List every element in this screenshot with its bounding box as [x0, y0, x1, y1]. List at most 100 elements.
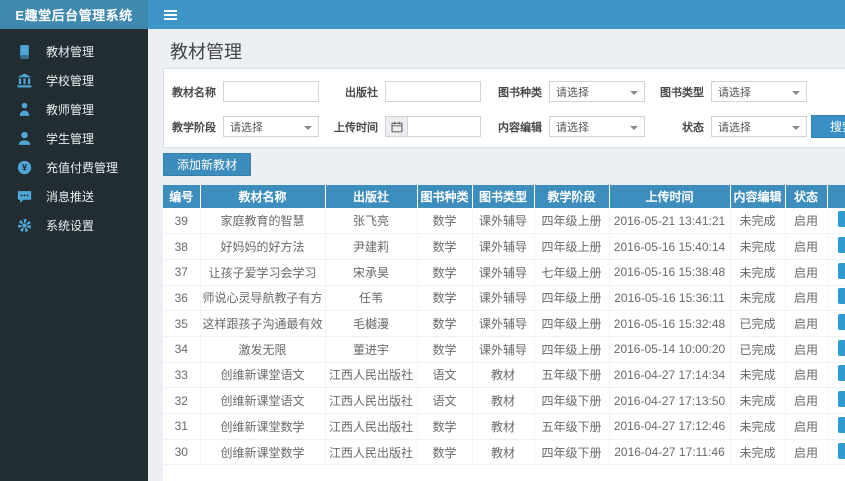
- cell-图书类型: 课外辅导: [472, 259, 535, 286]
- cell-图书类型: 课外辅导: [472, 233, 535, 260]
- teacher-icon: [17, 102, 32, 117]
- cell-图书类型: 课外辅导: [472, 310, 535, 337]
- table-row: 38 好妈妈的好方法 尹建莉 数学 课外辅导 四年级上册 2016-05-16 15:40:…: [163, 233, 845, 260]
- cell-教学阶段: 四年级上册: [534, 336, 610, 363]
- status-select[interactable]: 请选择: [711, 116, 807, 137]
- book-icon: [17, 44, 32, 59]
- cell-教学阶段: 五年级下册: [534, 413, 610, 440]
- top-navbar: [148, 0, 845, 29]
- cell-教学阶段: 四年级下册: [534, 439, 610, 466]
- cell-编号: 37: [163, 259, 201, 286]
- cell-图书种类: 数学: [417, 233, 473, 260]
- topbar: E趣堂后台管理系统: [0, 0, 845, 29]
- name-input[interactable]: [223, 81, 319, 102]
- cell-图书类型: 教材: [472, 362, 535, 389]
- row-action-button[interactable]: [837, 391, 845, 408]
- teaching-stage-select-value: 请选择: [230, 121, 263, 134]
- table-row: 36 师说心灵导航教子有方 任苇 数学 课外辅导 四年级上册 2016-05-16 15:3…: [163, 285, 845, 312]
- column-header-图书类型: 图书类型: [471, 185, 534, 208]
- search-button[interactable]: 搜索: [811, 115, 845, 138]
- row-action-button[interactable]: [837, 237, 845, 254]
- sidebar-toggle-icon[interactable]: [160, 5, 186, 25]
- sidebar-item-学生管理[interactable]: 学生管理: [0, 124, 148, 153]
- table-row: 37 让孩子爱学习会学习 宋承昊 数学 课外辅导 七年级上册 2016-05-16 15:3…: [163, 259, 845, 286]
- sidebar-item-学校管理[interactable]: 学校管理: [0, 66, 148, 95]
- cell-编号: 36: [163, 285, 201, 312]
- row-action-button[interactable]: [837, 262, 845, 279]
- content-edit-select[interactable]: 请选择: [549, 116, 645, 137]
- cell-编号: 32: [163, 387, 201, 414]
- cell-图书种类: 数学: [417, 310, 473, 337]
- row-action-button[interactable]: [837, 416, 845, 433]
- name-label: 教材名称: [172, 86, 216, 99]
- cell-编号: 38: [163, 233, 201, 260]
- sidebar-item-消息推送[interactable]: 消息推送: [0, 182, 148, 211]
- publisher-label: 出版社: [345, 86, 378, 99]
- row-action-button[interactable]: [837, 314, 845, 331]
- sidebar-item-教材管理[interactable]: 教材管理: [0, 37, 148, 66]
- settings-icon: [17, 218, 32, 233]
- column-header-actions: [826, 185, 845, 208]
- sidebar-item-教师管理[interactable]: 教师管理: [0, 95, 148, 124]
- cell-图书类型: 教材: [472, 387, 535, 414]
- sidebar-item-label: 学生管理: [46, 132, 95, 146]
- cell-上传时间: 2016-05-16 15:36:11: [609, 285, 731, 312]
- cell-actions: [827, 208, 845, 235]
- cell-图书类型: 教材: [472, 439, 535, 466]
- cell-教学阶段: 四年级下册: [534, 387, 610, 414]
- cell-上传时间: 2016-04-27 17:14:34: [609, 362, 731, 389]
- payment-icon: ¥: [17, 160, 32, 175]
- row-action-button[interactable]: [837, 288, 845, 305]
- sidebar-item-充值付费管理[interactable]: ¥ 充值付费管理: [0, 153, 148, 182]
- sidebar-item-系统设置[interactable]: 系统设置: [0, 211, 148, 240]
- cell-actions: [827, 285, 845, 312]
- row-action-button[interactable]: [837, 442, 845, 459]
- student-icon: [17, 131, 32, 146]
- cell-编号: 30: [163, 439, 201, 466]
- row-action-button[interactable]: [837, 211, 845, 228]
- column-header-教材名称: 教材名称: [199, 185, 325, 208]
- cell-图书类型: 课外辅导: [472, 208, 535, 235]
- cell-图书种类: 数学: [417, 413, 473, 440]
- cell-状态: 启用: [785, 310, 828, 337]
- cell-actions: [827, 439, 845, 466]
- cell-图书种类: 数学: [417, 336, 473, 363]
- app-logo: E趣堂后台管理系统: [0, 0, 148, 29]
- cell-图书类型: 课外辅导: [472, 336, 535, 363]
- materials-table-container: 编号 教材名称 出版社 图书种类 图书类型 教学阶段 上传时间 内容编辑 状态 39 家庭教育的智…: [163, 185, 845, 481]
- row-action-button[interactable]: [837, 339, 845, 356]
- teaching-stage-select[interactable]: 请选择: [223, 116, 319, 137]
- table-row: 39 家庭教育的智慧 张飞亮 数学 课外辅导 四年级上册 2016-05-21 13:41:…: [163, 208, 845, 235]
- cell-状态: 启用: [785, 387, 828, 414]
- cell-actions: [827, 387, 845, 414]
- column-header-教学阶段: 教学阶段: [533, 185, 609, 208]
- teaching-stage-label: 教学阶段: [172, 121, 216, 134]
- upload-time-input[interactable]: [407, 116, 481, 137]
- status-select-value: 请选择: [718, 121, 751, 134]
- cell-内容编辑: 已完成: [730, 310, 786, 337]
- cell-actions: [827, 233, 845, 260]
- content-edit-select-value: 请选择: [556, 121, 589, 134]
- sidebar-item-label: 教师管理: [46, 103, 95, 117]
- book-type-select-value: 请选择: [718, 86, 751, 99]
- add-material-button[interactable]: 添加新教材: [163, 153, 252, 176]
- book-type-select[interactable]: 请选择: [711, 81, 807, 102]
- cell-图书种类: 数学: [417, 259, 473, 286]
- cell-编号: 39: [163, 208, 201, 235]
- cell-上传时间: 2016-05-14 10:00:20: [609, 336, 731, 363]
- cell-编号: 33: [163, 362, 201, 389]
- cell-教学阶段: 四年级上册: [534, 285, 610, 312]
- chevron-down-icon: [630, 91, 638, 95]
- cell-actions: [827, 413, 845, 440]
- sidebar-item-label: 系统设置: [46, 219, 95, 233]
- calendar-icon: [385, 116, 407, 137]
- publisher-input[interactable]: [385, 81, 481, 102]
- column-header-内容编辑: 内容编辑: [729, 185, 785, 208]
- cell-状态: 启用: [785, 208, 828, 235]
- book-category-select-value: 请选择: [556, 86, 589, 99]
- book-category-select[interactable]: 请选择: [549, 81, 645, 102]
- row-action-button[interactable]: [837, 365, 845, 382]
- chevron-down-icon: [792, 91, 800, 95]
- cell-教材名称: 好妈妈的好方法: [200, 233, 326, 260]
- cell-出版社: 张飞亮: [325, 208, 418, 235]
